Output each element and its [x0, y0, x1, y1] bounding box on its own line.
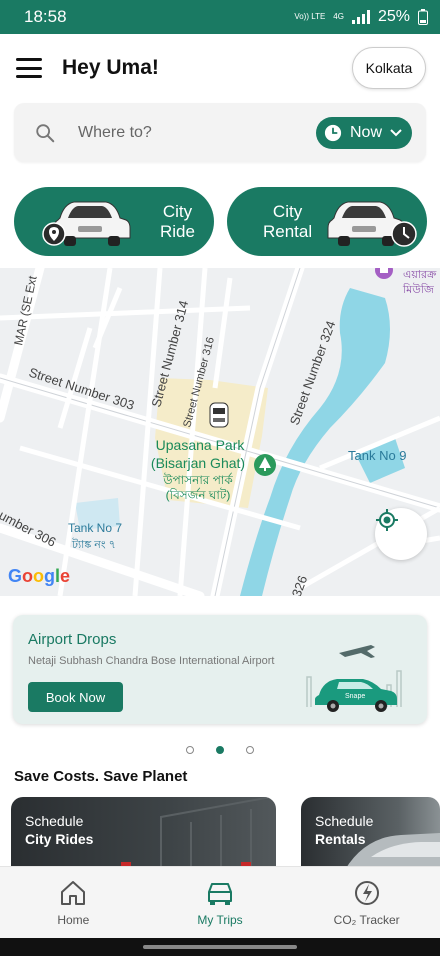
map-label-museum-bengali-2: মিউজি	[402, 283, 434, 296]
city-ride-label-line1: City	[162, 201, 193, 221]
map-view[interactable]: Street Number 314 Street Number 316 Stre…	[0, 268, 440, 596]
map-label-street-326: 326	[289, 574, 311, 596]
chevron-down-icon	[390, 128, 402, 136]
co2-leaf-icon	[354, 880, 379, 905]
promo-line2: City Rides	[25, 831, 94, 847]
airport-card-subtitle: Netaji Subhash Chandra Bose Internationa…	[28, 655, 275, 667]
promo-line1: Schedule	[25, 813, 84, 829]
museum-pin-icon	[375, 268, 393, 279]
map-canvas: Street Number 314 Street Number 316 Stre…	[0, 268, 440, 596]
carousel-dot-active[interactable]	[216, 746, 224, 754]
city-rental-label-line1: City	[272, 201, 303, 221]
status-time: 18:58	[24, 7, 67, 26]
airport-drops-card[interactable]: Airport Drops Netaji Subhash Chandra Bos…	[13, 615, 427, 724]
time-selector-label: Now	[349, 123, 382, 141]
map-label-park-bengali: উপাসনার পার্ক	[162, 473, 233, 487]
airport-card-title: Airport Drops	[28, 631, 117, 648]
map-label-park-name: Upasana Park	[156, 437, 246, 453]
nav-my-trips-label: My Trips	[197, 912, 243, 927]
map-label-tank9: Tank No 9	[348, 448, 407, 463]
bottom-navigation: Home My Trips CO₂ Tracker	[0, 866, 440, 938]
section-title: Save Costs. Save Planet	[14, 768, 188, 785]
carousel-dot[interactable]	[246, 746, 254, 754]
nav-co2-tracker-label: CO₂ Tracker	[333, 912, 400, 927]
greeting-title: Hey Uma!	[62, 56, 159, 79]
volte-indicator: Vo)) LTE	[294, 12, 326, 21]
map-label-park-subname: (Bisarjan Ghat)	[151, 455, 245, 471]
map-label-tank7: Tank No 7	[68, 521, 122, 535]
car-with-pin-icon	[42, 201, 131, 246]
recenter-location-button[interactable]	[375, 508, 427, 560]
status-bar: 18:58 Vo)) LTE 4G 25%	[0, 0, 440, 34]
battery-level: 25%	[377, 8, 410, 25]
airport-illustration: Snape	[306, 645, 402, 712]
status-icons: Vo)) LTE 4G 25%	[294, 8, 428, 26]
google-logo: Google	[8, 566, 70, 586]
search-icon	[36, 123, 55, 142]
map-label-mar-se: MAR (SE Ext	[11, 274, 40, 347]
vehicle-marker-icon	[209, 402, 229, 428]
search-input[interactable]: Where to?	[78, 124, 316, 142]
promo-line2: Rentals	[315, 831, 366, 847]
home-icon	[61, 880, 86, 905]
signal-icon	[351, 10, 370, 24]
city-selector-button[interactable]: Kolkata	[352, 47, 426, 89]
car-with-clock-icon	[327, 201, 417, 247]
battery-icon	[418, 9, 428, 25]
nav-home[interactable]: Home	[0, 867, 147, 938]
city-rental-button[interactable]: City Rental	[227, 187, 427, 256]
car-icon	[208, 882, 232, 905]
map-label-park-bengali-sub: (বিসর্জন ঘাট)	[166, 488, 231, 502]
map-label-tank7-bengali: ট্যাঙ্ক নং ৭	[71, 538, 116, 551]
promo-line1: Schedule	[315, 813, 374, 829]
hamburger-menu-icon[interactable]	[16, 58, 42, 78]
nav-home-label: Home	[57, 912, 90, 927]
book-now-button[interactable]: Book Now	[28, 682, 123, 712]
city-ride-button[interactable]: City Ride	[14, 187, 214, 256]
carousel-indicator	[186, 746, 254, 754]
gesture-handle[interactable]	[143, 945, 297, 949]
schedule-rentals-card[interactable]: Schedule Rentals	[301, 797, 440, 877]
app-header: Hey Uma! Kolkata	[0, 34, 440, 102]
crosshair-icon	[376, 509, 398, 531]
park-tree-icon	[254, 454, 276, 476]
schedule-city-rides-card[interactable]: Schedule City Rides	[11, 797, 276, 877]
carousel-dot[interactable]	[186, 746, 194, 754]
network-type: 4G	[333, 12, 344, 21]
city-ride-label-line2: Ride	[160, 221, 195, 241]
nav-my-trips[interactable]: My Trips	[147, 867, 294, 938]
map-label-museum-bengali: এয়ারক্র	[403, 269, 437, 281]
clock-icon	[324, 124, 342, 141]
system-navigation-bar	[0, 938, 440, 956]
time-selector-button[interactable]: Now	[316, 116, 412, 149]
destination-search-bar[interactable]: Where to? Now	[14, 103, 426, 162]
nav-co2-tracker[interactable]: CO₂ Tracker	[293, 867, 440, 938]
city-rental-label-line2: Rental	[263, 221, 313, 241]
car-brand-text: Snape	[345, 693, 365, 700]
